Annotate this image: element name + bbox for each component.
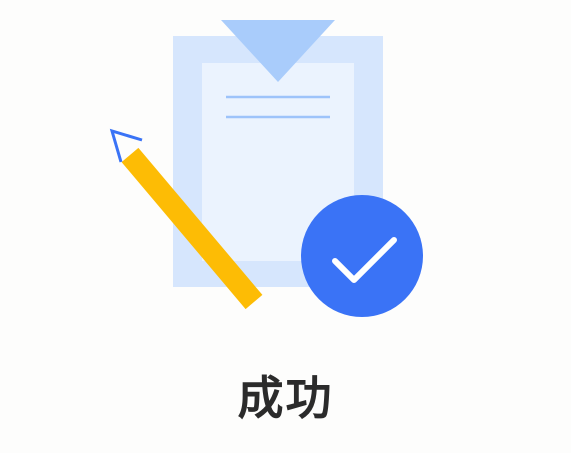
status-title: 成功	[237, 371, 334, 425]
success-illustration	[109, 20, 423, 317]
badge-circle	[301, 195, 423, 317]
result-page: 成功	[0, 0, 571, 453]
checkmark-badge-icon	[301, 195, 423, 317]
